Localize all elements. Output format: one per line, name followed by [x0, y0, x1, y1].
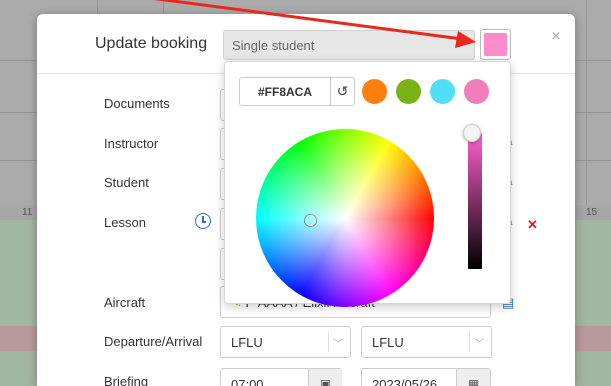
briefing-time-value: 07:00	[231, 377, 264, 386]
hex-input[interactable]: #FF8ACA ↺	[239, 77, 355, 106]
color-picker-popover: #FF8ACA ↺	[224, 61, 511, 307]
preset-orange-swatch[interactable]	[362, 79, 387, 104]
reset-icon[interactable]: ↺	[330, 78, 354, 105]
brightness-slider-knob[interactable]	[463, 124, 481, 142]
departure-select[interactable]: LFLU ﹀	[220, 326, 351, 358]
close-icon[interactable]: ×	[549, 29, 563, 45]
lesson-label: Lesson	[104, 215, 146, 230]
preset-cyan-swatch[interactable]	[430, 79, 455, 104]
documents-label: Documents	[104, 96, 170, 111]
color-swatch-button[interactable]	[480, 29, 511, 60]
select-divider	[328, 332, 329, 352]
chevron-down-icon: ﹀	[474, 339, 484, 350]
briefing-label: Briefing	[104, 374, 149, 386]
chevron-down-icon: ﹀	[333, 339, 343, 350]
aircraft-label: Aircraft	[104, 295, 146, 310]
departure-arrival-label: Departure/Arrival	[104, 334, 203, 349]
instructor-label: Instructor	[104, 136, 159, 151]
modal-title: Update booking	[95, 35, 208, 52]
hour-label: 15	[586, 207, 598, 218]
hex-value[interactable]: #FF8ACA	[240, 78, 330, 105]
color-wheel[interactable]	[256, 129, 434, 307]
color-swatch-fill	[484, 33, 507, 56]
select-divider	[469, 332, 470, 352]
arrival-value: LFLU	[372, 335, 404, 350]
briefing-time-input[interactable]: 07:00 ▣	[220, 368, 342, 386]
briefing-date-value: 2023/05/26	[372, 377, 438, 386]
clock-icon[interactable]	[195, 213, 211, 229]
preset-green-swatch[interactable]	[396, 79, 421, 104]
briefing-date-input[interactable]: 2023/05/26 ▦	[361, 368, 491, 386]
preset-pink-swatch[interactable]	[464, 79, 489, 104]
remove-lesson-icon[interactable]: ✕	[527, 217, 538, 233]
brightness-slider[interactable]	[468, 133, 482, 269]
booking-type-select[interactable]: Single student	[223, 30, 475, 60]
student-label: Student	[104, 175, 149, 190]
hour-label: 11	[22, 207, 33, 218]
time-picker-icon[interactable]: ▣	[308, 369, 342, 386]
arrival-select[interactable]: LFLU ﹀	[361, 326, 492, 358]
departure-value: LFLU	[231, 335, 263, 350]
calendar-icon[interactable]: ▦	[456, 369, 490, 386]
color-wheel-marker[interactable]	[305, 215, 316, 226]
